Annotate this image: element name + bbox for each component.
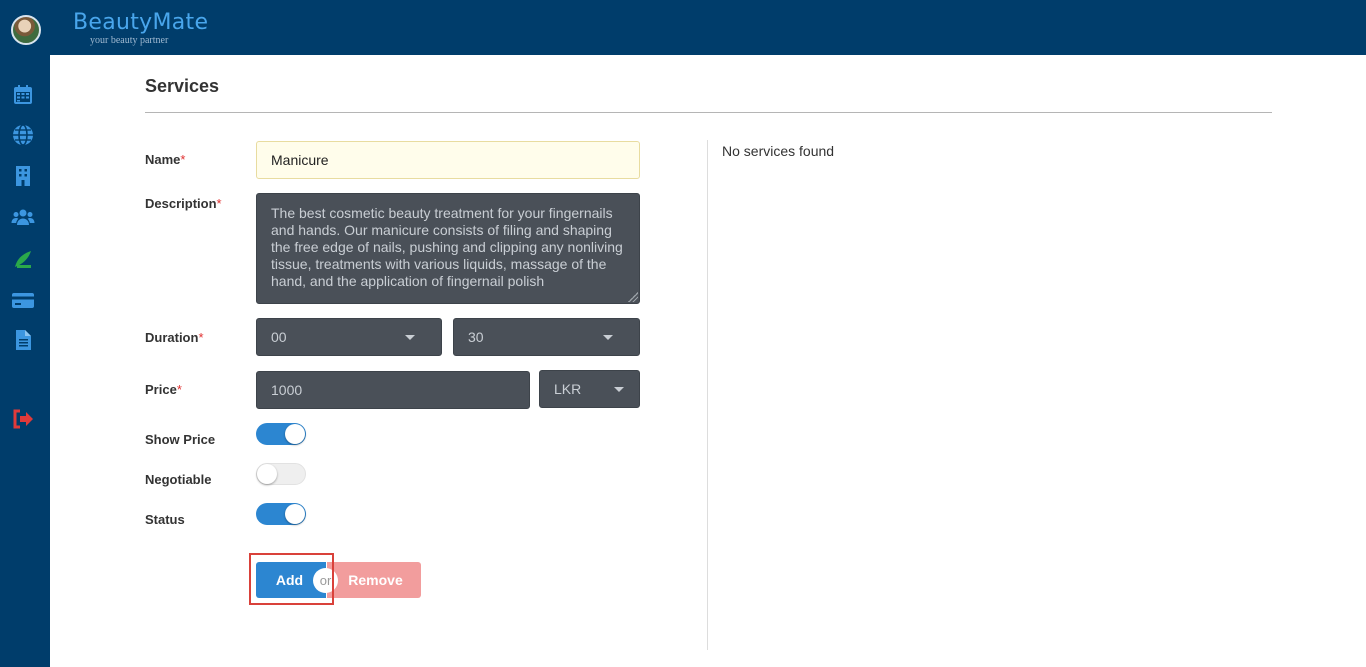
chevron-down-icon: [614, 387, 624, 392]
show-price-label: Show Price: [145, 432, 216, 447]
user-avatar[interactable]: [11, 15, 41, 45]
users-icon[interactable]: [11, 205, 35, 229]
panel-divider: [707, 140, 708, 650]
currency-value: LKR: [554, 381, 582, 397]
description-textarea[interactable]: The best cosmetic beauty treatment for y…: [256, 193, 640, 304]
top-bar: BeautyMate your beauty partner: [0, 0, 1366, 55]
toggle-knob: [285, 424, 305, 444]
sidebar: [0, 55, 50, 667]
toggle-knob: [257, 464, 277, 484]
show-price-toggle[interactable]: [256, 423, 306, 445]
price-input[interactable]: [256, 371, 530, 409]
required-mark: *: [176, 382, 182, 397]
globe-icon[interactable]: [11, 123, 35, 147]
name-input[interactable]: [256, 141, 640, 179]
document-icon[interactable]: [11, 328, 35, 352]
currency-select[interactable]: LKR: [539, 370, 640, 408]
logout-icon[interactable]: [11, 407, 35, 431]
calendar-icon[interactable]: [11, 83, 35, 107]
status-label: Status: [145, 512, 185, 527]
status-toggle[interactable]: [256, 503, 306, 525]
textarea-resize-handle[interactable]: [628, 292, 638, 302]
toggle-knob: [285, 504, 305, 524]
duration-minutes-select[interactable]: 30: [453, 318, 640, 356]
brand-name: BeautyMate: [73, 10, 209, 35]
duration-hours-select[interactable]: 00: [256, 318, 442, 356]
name-label: Name*: [145, 152, 186, 167]
remove-button[interactable]: Remove: [327, 562, 421, 598]
building-icon[interactable]: [11, 164, 35, 188]
duration-minutes-value: 30: [468, 329, 484, 345]
duration-hours-value: 00: [271, 329, 287, 345]
chevron-down-icon: [603, 335, 613, 340]
title-divider: [145, 112, 1272, 113]
empty-services-message: No services found: [722, 143, 835, 159]
brand-tagline: your beauty partner: [90, 35, 169, 46]
services-icon[interactable]: [11, 247, 35, 271]
required-mark: *: [216, 196, 222, 211]
required-mark: *: [198, 330, 204, 345]
description-label: Description*: [145, 196, 222, 211]
add-button-highlight: [249, 553, 334, 605]
negotiable-toggle[interactable]: [256, 463, 306, 485]
required-mark: *: [180, 152, 186, 167]
chevron-down-icon: [405, 335, 415, 340]
duration-label: Duration*: [145, 330, 204, 345]
credit-card-icon[interactable]: [11, 288, 35, 312]
brand-logo[interactable]: BeautyMate your beauty partner: [73, 10, 209, 46]
price-label: Price*: [145, 382, 182, 397]
negotiable-label: Negotiable: [145, 472, 212, 487]
page-title: Services: [145, 76, 220, 96]
